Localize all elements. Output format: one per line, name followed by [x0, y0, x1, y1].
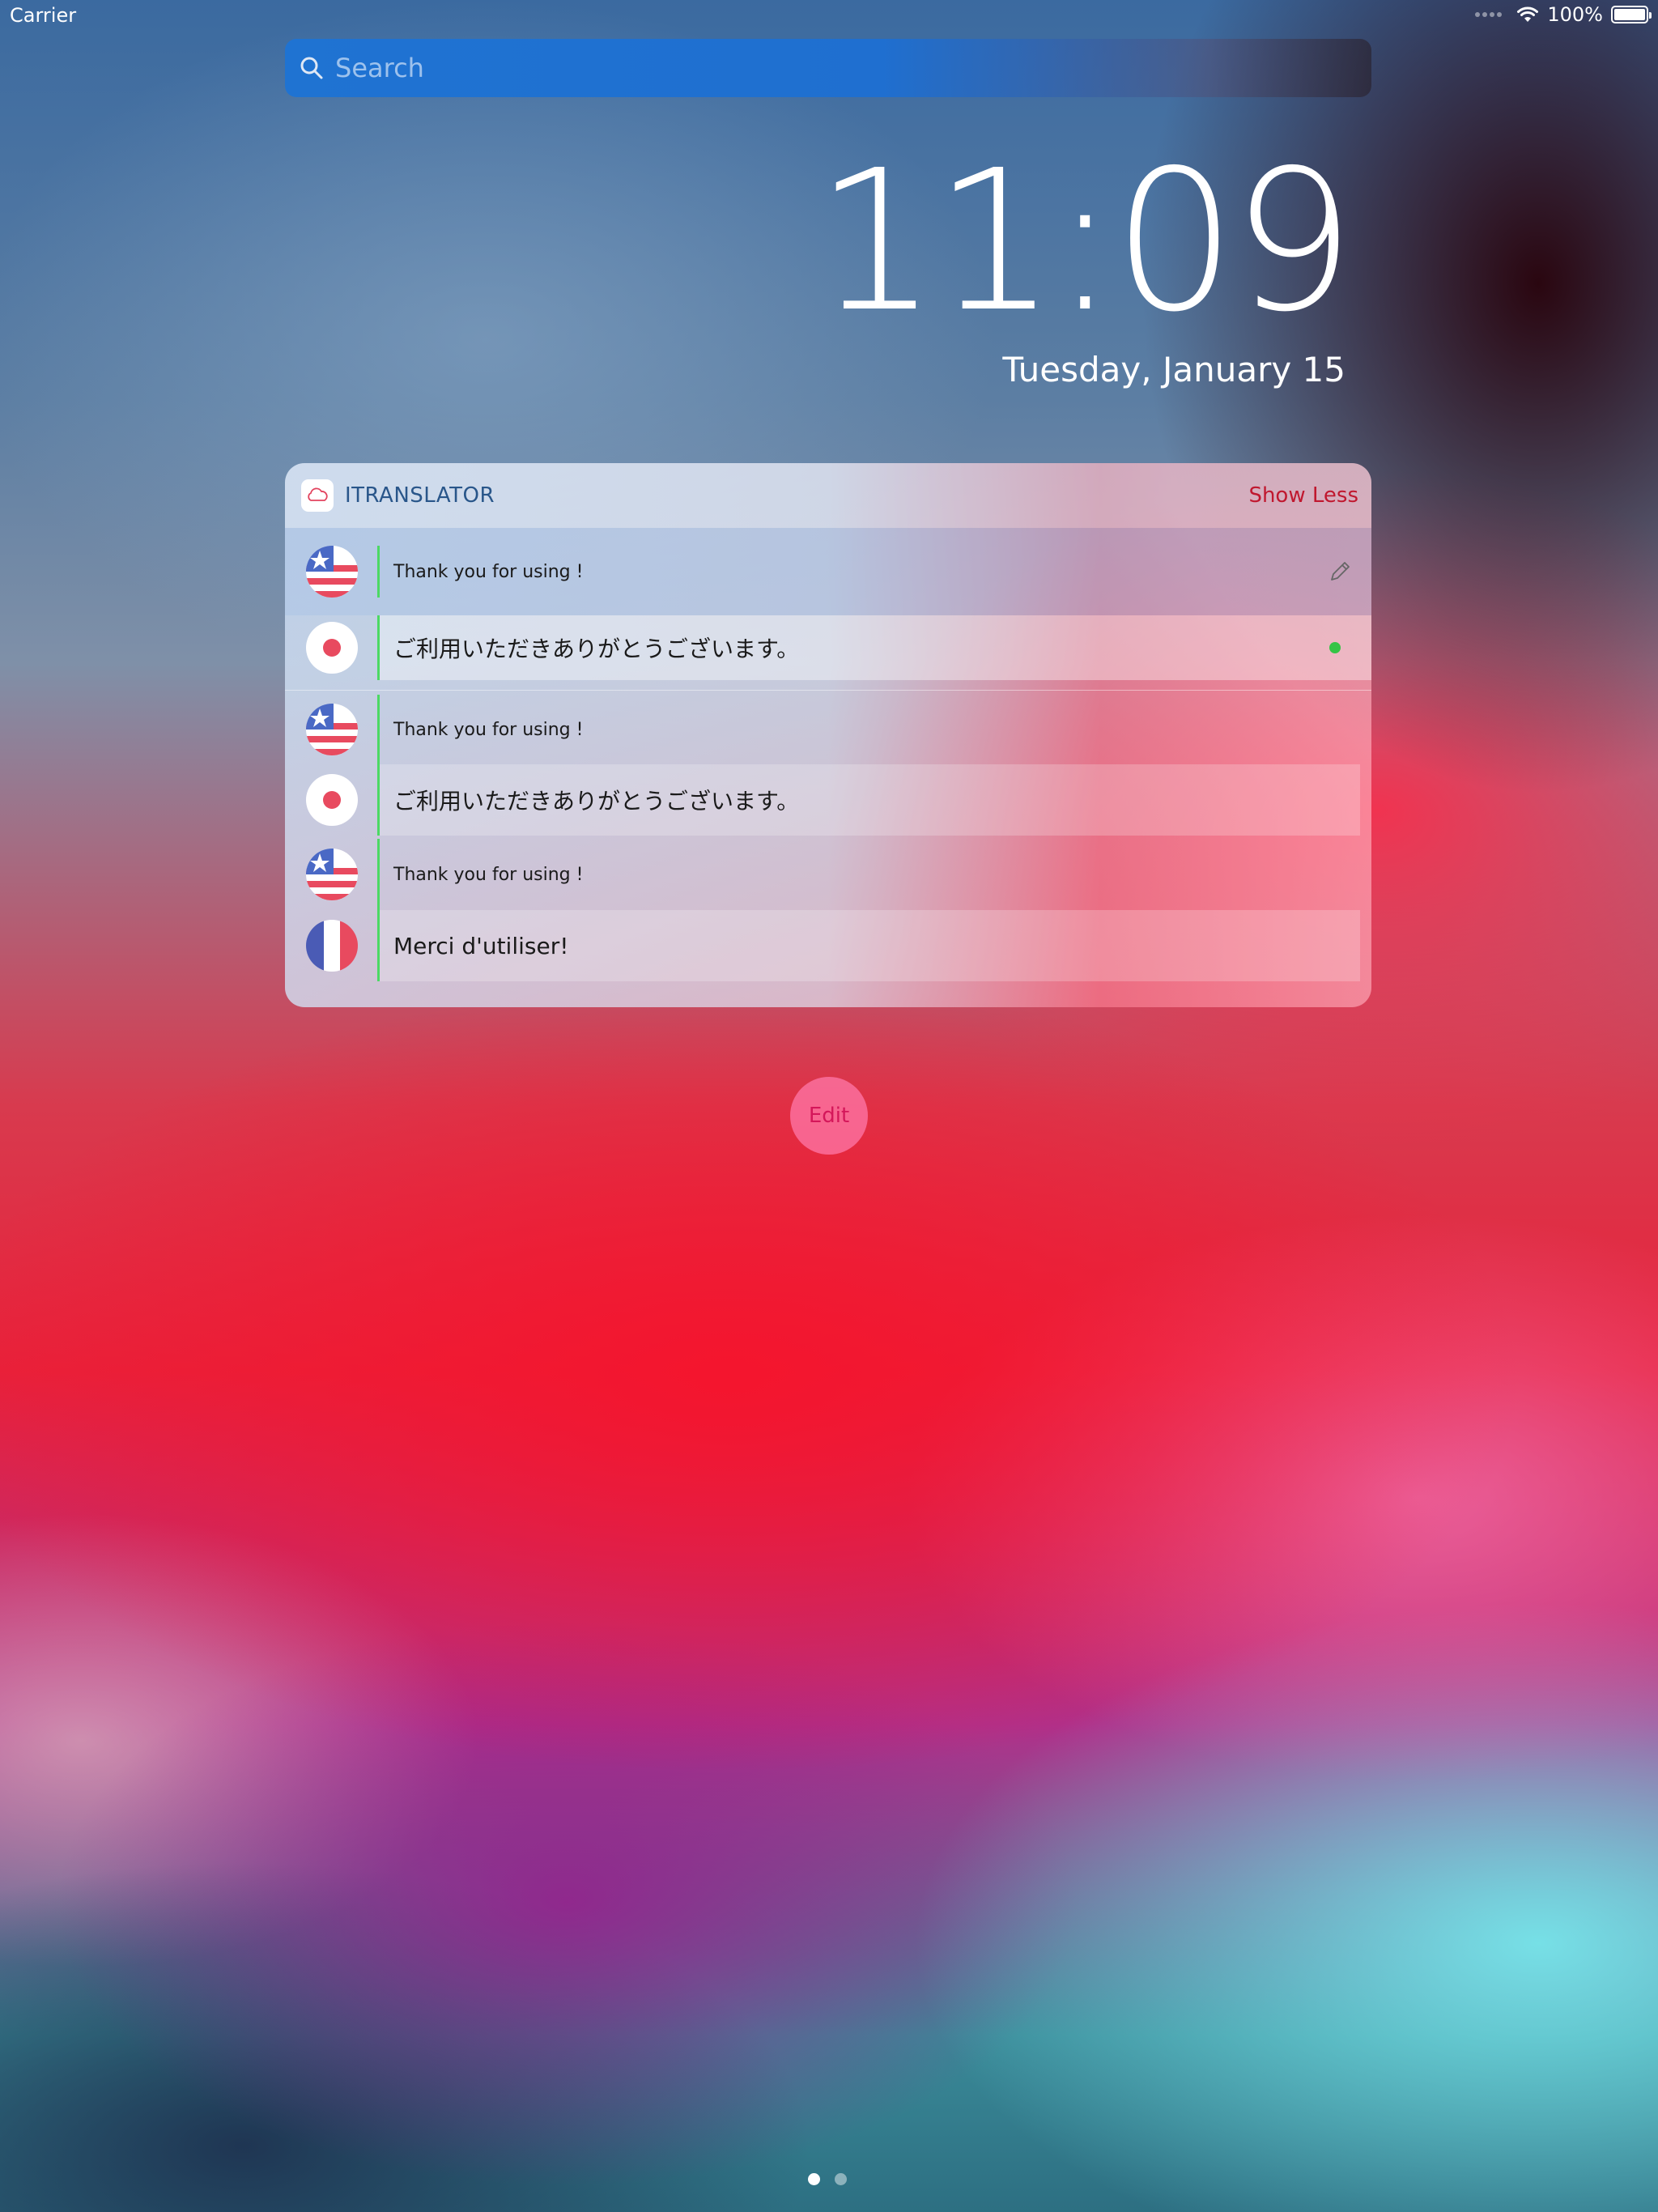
- app-icon: [301, 479, 334, 512]
- show-less-button[interactable]: Show Less: [1248, 483, 1358, 508]
- search-icon: [300, 57, 323, 79]
- page-dot-active[interactable]: [808, 2173, 820, 2185]
- target-text: ご利用いただきありがとうございます。: [393, 788, 800, 815]
- clock-date: Tuesday, January 15: [1002, 350, 1346, 389]
- translation-source-row[interactable]: Thank you for using !: [285, 695, 1371, 764]
- cloud-icon: [308, 487, 328, 501]
- us-flag-icon: [306, 849, 358, 900]
- battery-icon: [1611, 6, 1652, 23]
- source-text: Thank you for using !: [393, 719, 584, 740]
- signal-icon: [1475, 12, 1503, 17]
- translation-target-row[interactable]: ご利用いただきありがとうございます。: [285, 764, 1371, 836]
- search-bar[interactable]: Search: [285, 39, 1371, 97]
- pencil-icon[interactable]: [1328, 559, 1352, 584]
- wifi-icon: [1517, 6, 1539, 22]
- status-dot-icon: [1329, 642, 1341, 653]
- carrier-label: Carrier: [10, 4, 77, 27]
- target-text: ご利用いただきありがとうございます。: [393, 636, 800, 662]
- status-bar: Carrier 100%: [0, 0, 1658, 32]
- entry-separator: [285, 690, 1371, 691]
- widget-header: ITRANSLATOR Show Less: [285, 463, 1371, 528]
- itranslator-widget: ITRANSLATOR Show Less Thank you for usin…: [285, 463, 1371, 1007]
- japan-flag-icon: [306, 622, 358, 674]
- translation-target-row[interactable]: Merci d'utiliser!: [285, 910, 1371, 981]
- france-flag-icon: [306, 920, 358, 972]
- japan-flag-icon: [306, 774, 358, 826]
- widget-app-name: ITRANSLATOR: [345, 483, 495, 508]
- page-dot[interactable]: [835, 2173, 847, 2185]
- us-flag-icon: [306, 546, 358, 598]
- translation-target-row[interactable]: ご利用いただきありがとうございます。: [285, 615, 1371, 680]
- status-right: 100%: [1475, 3, 1652, 26]
- search-input[interactable]: Search: [335, 53, 424, 83]
- edit-button[interactable]: Edit: [790, 1077, 868, 1155]
- page-indicator[interactable]: [808, 2173, 847, 2185]
- target-text: Merci d'utiliser!: [393, 932, 569, 959]
- source-text: Thank you for using !: [393, 864, 584, 885]
- translation-source-row[interactable]: Thank you for using !: [285, 528, 1371, 615]
- source-text: Thank you for using !: [393, 561, 584, 582]
- us-flag-icon: [306, 704, 358, 755]
- battery-percent: 100%: [1547, 3, 1603, 26]
- translation-source-row[interactable]: Thank you for using !: [285, 839, 1371, 910]
- clock-time: 11:09: [814, 128, 1355, 355]
